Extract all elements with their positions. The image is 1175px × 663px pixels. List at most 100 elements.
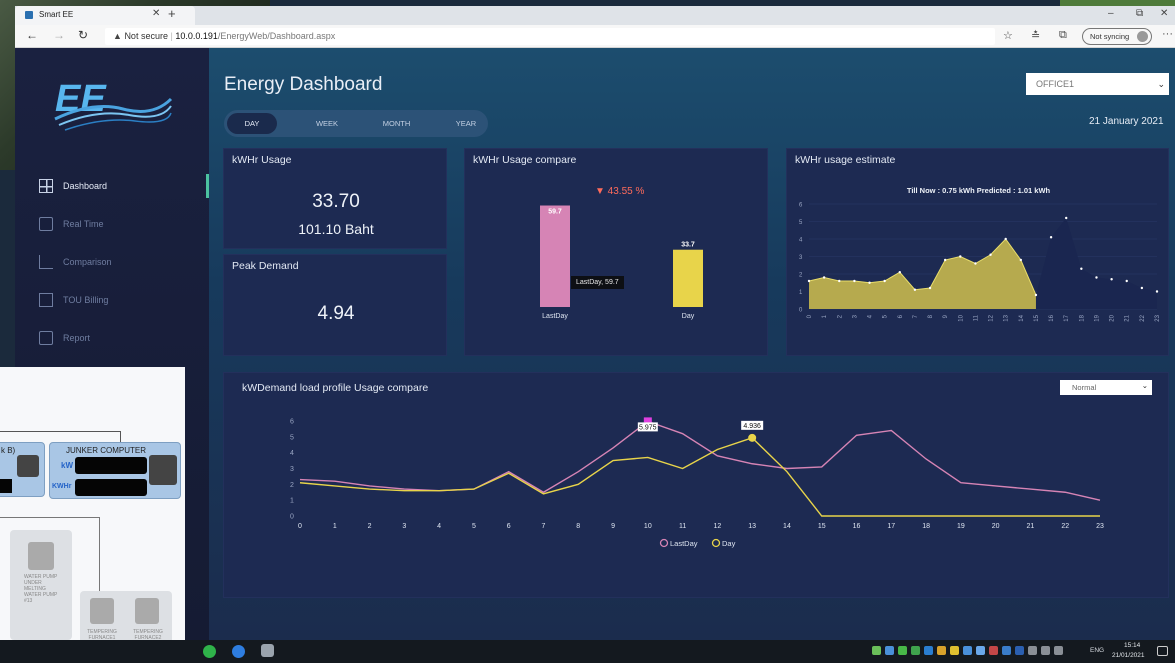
more-icon[interactable]: ··· <box>1162 28 1173 40</box>
actual-point <box>959 255 962 258</box>
bar-day <box>673 249 703 307</box>
mode-select[interactable]: Normal ⌄ <box>1060 380 1152 395</box>
collections-icon[interactable]: ⧉ <box>1059 29 1067 42</box>
bar-value-label: 59.7 <box>548 209 562 216</box>
system-tray <box>872 646 1063 655</box>
maximize-icon[interactable]: ⧉ <box>1136 8 1143 19</box>
chevron-down-icon: ⌄ <box>1141 381 1148 390</box>
x-tick-label: 0 <box>298 523 302 530</box>
tray-icon[interactable] <box>911 646 920 655</box>
meter-icon <box>28 542 54 570</box>
clock-date[interactable]: 21/01/2021 <box>1112 652 1145 659</box>
x-tick-label: 16 <box>853 523 861 530</box>
paint-app-icon[interactable] <box>261 644 274 657</box>
tab-day[interactable]: DAY <box>227 113 277 134</box>
estimate-area-chart: 01234560 1 2 3 4 5 6 7 8 9 10 11 12 13 14 15 16 17 18 19 20 2… <box>799 203 1161 322</box>
predicted-point <box>1095 276 1098 279</box>
dashboard-icon <box>39 179 53 193</box>
x-tick-label: 7 <box>913 314 919 318</box>
compare-change: ▼ 43.55 % <box>595 186 645 197</box>
y-tick-label: 2 <box>799 273 803 279</box>
actual-point <box>913 288 917 291</box>
profile-card-title: kWDemand load profile Usage compare <box>242 382 429 394</box>
y-tick-label: 0 <box>290 514 294 521</box>
tray-icon[interactable] <box>963 646 972 655</box>
chat-app-icon[interactable] <box>232 645 245 658</box>
tray-icon[interactable] <box>1041 646 1050 655</box>
x-tick-label: 20 <box>1110 314 1116 321</box>
tray-icon[interactable] <box>1028 646 1037 655</box>
predicted-point <box>1140 286 1144 290</box>
tray-icon[interactable] <box>1002 646 1011 655</box>
tray-icon[interactable] <box>937 646 946 655</box>
tab-month[interactable]: MONTH <box>374 113 419 134</box>
tray-icon[interactable] <box>1015 646 1024 655</box>
x-tick-label: 11 <box>679 523 686 530</box>
x-tick-label: 13 <box>1004 314 1010 321</box>
sidebar-item-comparison[interactable]: Comparison <box>39 252 209 272</box>
tray-icon[interactable] <box>989 646 998 655</box>
y-tick-label: 5 <box>799 220 803 226</box>
sidebar-item-report[interactable]: Report <box>39 328 209 348</box>
compare-card: kWHr Usage compare ▼ 43.55 % 59.7 LastDay… <box>464 148 768 356</box>
tray-icon[interactable] <box>924 646 933 655</box>
sidebar-item-tou-billing[interactable]: TOU Billing <box>39 290 209 310</box>
predicted-point <box>1125 279 1128 283</box>
refresh-icon[interactable]: ↻ <box>78 28 88 42</box>
tray-icon[interactable] <box>872 646 881 655</box>
tab-year[interactable]: YEAR <box>446 113 486 134</box>
sidebar-item-dashboard[interactable]: Dashboard <box>39 176 209 196</box>
favorites-icon[interactable]: ≛ <box>1031 29 1040 42</box>
volume-icon[interactable] <box>1054 646 1063 655</box>
page-title: Energy Dashboard <box>224 74 383 95</box>
tray-icon[interactable] <box>950 646 959 655</box>
notification-icon[interactable] <box>1157 646 1168 656</box>
x-tick-label: 21 <box>1027 523 1035 530</box>
minimize-icon[interactable]: – <box>1108 8 1114 19</box>
actual-point <box>822 276 826 279</box>
meter-icon <box>135 598 159 624</box>
line-app-icon[interactable] <box>203 645 216 658</box>
actual-point <box>868 281 871 284</box>
tray-icon[interactable] <box>898 646 907 655</box>
y-tick-label: 1 <box>799 290 803 296</box>
compare-card-title: kWHr Usage compare <box>473 154 577 166</box>
meter-icon <box>149 455 177 485</box>
security-label: Not secure <box>124 31 168 41</box>
favicon-icon <box>25 11 33 19</box>
actual-point <box>1019 258 1023 262</box>
x-tick-label: 0 <box>807 314 813 318</box>
x-tick-label: 15 <box>1034 314 1040 321</box>
tab-week[interactable]: WEEK <box>307 113 347 134</box>
x-tick-label: 2 <box>368 523 372 530</box>
date-label: 21 January 2021 <box>1089 116 1164 127</box>
series-line-day <box>299 437 1100 517</box>
y-tick-label: 4 <box>290 450 294 457</box>
url-field[interactable]: ▲ Not secure | 10.0.0.191/EnergyWeb/Dash… <box>105 28 995 45</box>
back-icon[interactable]: ← <box>26 28 38 42</box>
meter-icon <box>17 455 39 477</box>
location-select[interactable]: OFFICE1 ⌄ <box>1026 73 1169 95</box>
clock-time[interactable]: 15:14 <box>1124 642 1140 649</box>
x-tick-label: 23 <box>1096 523 1104 530</box>
realtime-icon <box>39 217 53 231</box>
x-tick-label: 3 <box>852 314 858 318</box>
favorite-star-icon[interactable]: ☆ <box>1003 29 1013 42</box>
sync-button[interactable]: Not syncing <box>1082 28 1152 45</box>
tray-icon[interactable] <box>885 646 894 655</box>
new-tab-icon[interactable]: + <box>168 6 176 21</box>
sidebar-item-realtime[interactable]: Real Time <box>39 214 209 234</box>
language-indicator[interactable]: ENG <box>1090 647 1104 654</box>
y-tick-label: 0 <box>799 308 803 314</box>
x-tick-label: 14 <box>1019 314 1025 321</box>
close-window-icon[interactable]: ✕ <box>1160 8 1168 19</box>
forward-icon[interactable]: → <box>53 28 65 42</box>
x-tick-label: 19 <box>957 523 965 530</box>
close-tab-icon[interactable]: ✕ <box>152 8 160 19</box>
peak-card-title: Peak Demand <box>232 260 299 272</box>
x-tick-label: 22 <box>1061 523 1069 530</box>
x-tick-label: 16 <box>1049 314 1055 321</box>
main-content: Energy Dashboard OFFICE1 ⌄ 21 January 20… <box>209 48 1175 640</box>
actual-point <box>943 258 947 262</box>
tray-icon[interactable] <box>976 646 985 655</box>
